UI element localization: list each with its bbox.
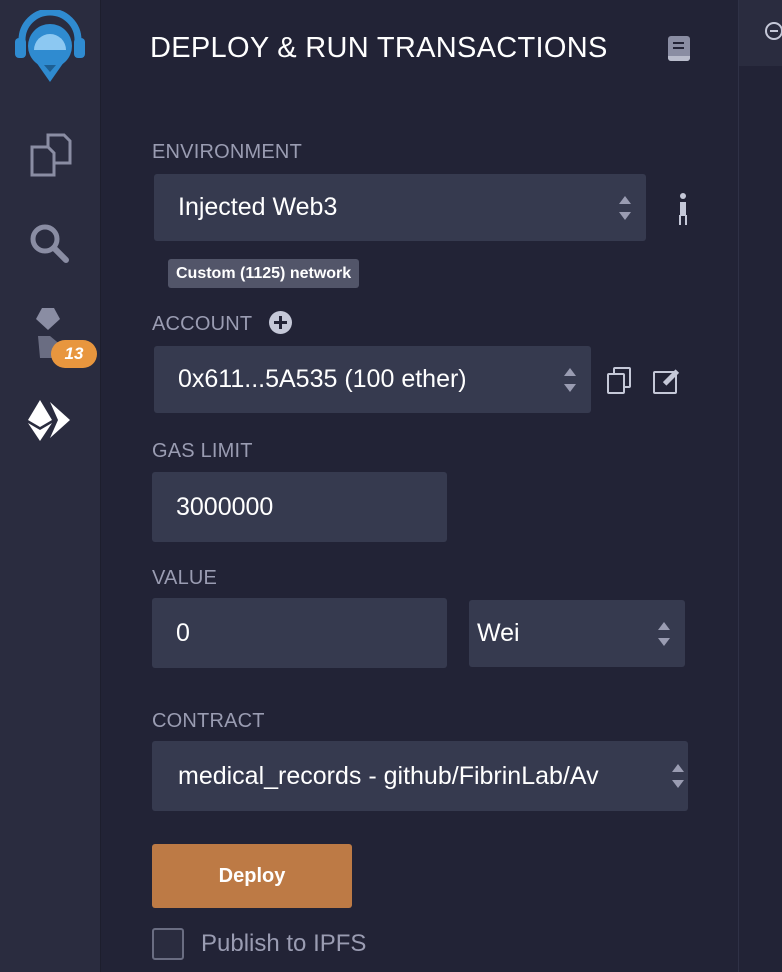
select-arrows-icon (619, 195, 631, 220)
select-arrows-icon (564, 367, 576, 392)
zoom-out-icon[interactable] (765, 22, 782, 40)
environment-value: Injected Web3 (178, 193, 338, 221)
documentation-icon[interactable] (668, 36, 690, 61)
gas-limit-input[interactable]: 3000000 (152, 472, 447, 542)
contract-value: medical_records - github/FibrinLab/Av (178, 761, 599, 790)
copy-icon[interactable] (606, 367, 631, 394)
page-title: DEPLOY & RUN TRANSACTIONS (150, 32, 608, 64)
editor-tab[interactable] (739, 0, 782, 66)
account-label: ACCOUNT (152, 313, 253, 335)
remix-logo-icon (15, 10, 85, 82)
unit-value: Wei (477, 619, 520, 647)
remix-logo-icon[interactable] (0, 10, 100, 88)
deploy-run-panel: DEPLOY & RUN TRANSACTIONS ENVIRONMENT In… (101, 0, 738, 972)
editor-area-edge (738, 0, 782, 972)
compiler-warning-badge: 13 (51, 340, 97, 368)
icon-sidebar: 13 (0, 0, 101, 972)
gas-limit-label: GAS LIMIT (152, 440, 253, 462)
contract-label: CONTRACT (152, 710, 265, 732)
edit-icon[interactable] (653, 368, 679, 394)
contract-select[interactable]: medical_records - github/FibrinLab/Av (152, 741, 688, 811)
environment-select[interactable]: Injected Web3 (154, 174, 646, 241)
info-icon[interactable] (676, 193, 690, 221)
select-arrows-icon (658, 621, 670, 646)
account-value: 0x611...5A535 (100 ether) (178, 365, 467, 393)
search-icon[interactable] (0, 222, 100, 266)
value-input[interactable]: 0 (152, 598, 447, 668)
deploy-button[interactable]: Deploy (152, 844, 352, 908)
environment-label: ENVIRONMENT (152, 141, 302, 163)
value-label: VALUE (152, 567, 218, 589)
add-account-icon[interactable] (269, 311, 292, 334)
file-explorer-icon[interactable] (0, 132, 100, 178)
account-select[interactable]: 0x611...5A535 (100 ether) (154, 346, 591, 413)
deploy-run-icon (28, 400, 70, 441)
publish-ipfs-checkbox[interactable] (152, 928, 184, 960)
search-icon (30, 224, 69, 263)
gas-limit-value: 3000000 (176, 492, 274, 521)
unit-select[interactable]: Wei (469, 600, 685, 667)
value-amount: 0 (176, 618, 190, 647)
file-explorer-icon (30, 133, 72, 177)
network-badge: Custom (1125) network (168, 259, 360, 288)
select-arrows-icon (672, 764, 684, 788)
publish-ipfs-label: Publish to IPFS (201, 930, 367, 957)
deploy-run-icon[interactable] (0, 398, 100, 444)
